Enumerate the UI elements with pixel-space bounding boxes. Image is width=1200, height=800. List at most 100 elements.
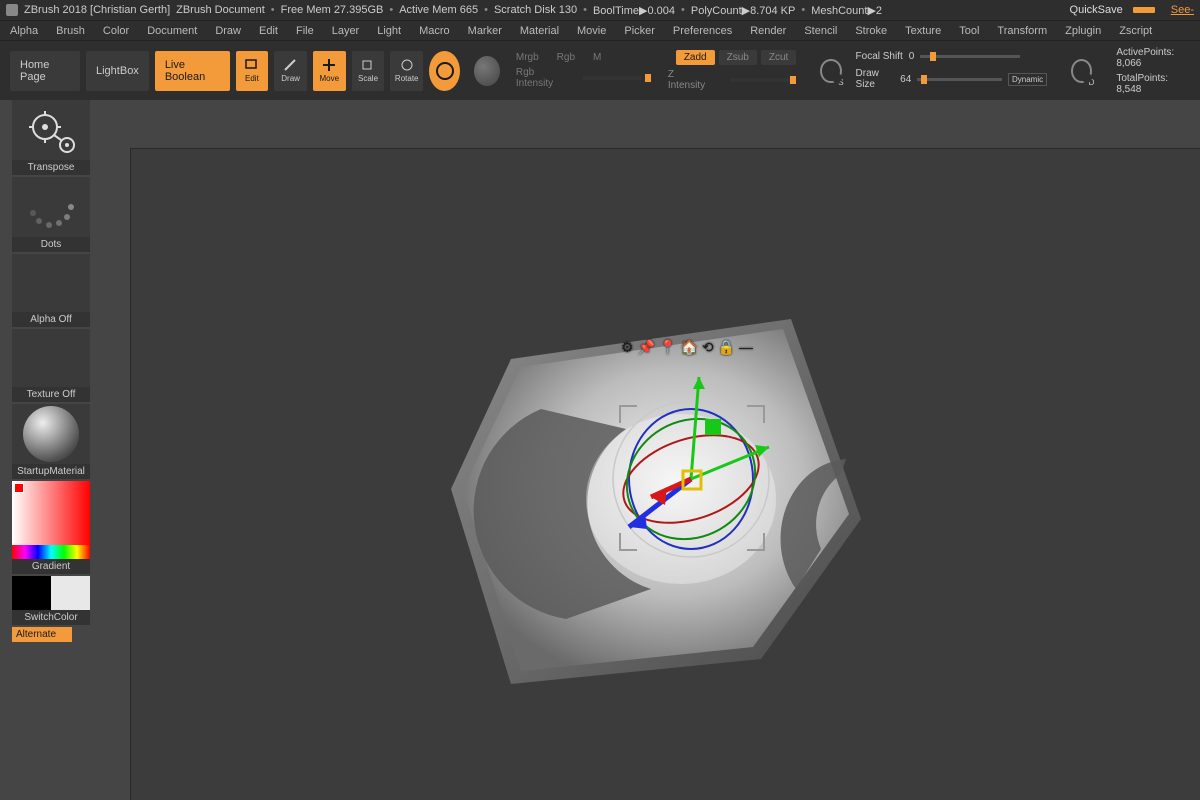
texture-label: Texture Off	[12, 387, 90, 402]
gizmo-settings-icon[interactable]: ⚙	[621, 339, 634, 356]
zcut-toggle[interactable]: Zcut	[761, 50, 796, 65]
quicksave-button[interactable]: QuickSave	[1070, 4, 1123, 16]
edit-mode-button[interactable]: Edit	[236, 51, 269, 91]
gizmo-collapse-icon[interactable]: —	[739, 339, 753, 356]
app-logo-icon	[6, 4, 18, 16]
material-ball-icon	[23, 406, 79, 462]
menu-brush[interactable]: Brush	[56, 25, 85, 37]
draw-mode-button[interactable]: Draw	[274, 51, 307, 91]
bool-time: BoolTime▶0.004	[593, 4, 675, 17]
switch-color-label[interactable]: SwitchColor	[12, 610, 90, 625]
focal-shift-slider[interactable]	[920, 55, 1020, 58]
point-stats: ActivePoints: 8,066 TotalPoints: 8,548	[1116, 47, 1190, 95]
menu-material[interactable]: Material	[520, 25, 559, 37]
focal-shift-label: Focal Shift	[856, 51, 903, 62]
draw-icon	[283, 58, 299, 72]
scale-mode-button[interactable]: Scale	[352, 51, 385, 91]
s-dial[interactable]: S	[820, 59, 841, 83]
menu-layer[interactable]: Layer	[332, 25, 360, 37]
menu-light[interactable]: Light	[377, 25, 401, 37]
draw-size-label: Draw Size	[856, 68, 895, 90]
mrgb-toggle[interactable]: Mrgb	[516, 52, 539, 63]
menu-document[interactable]: Document	[147, 25, 197, 37]
d-dial[interactable]: D	[1071, 59, 1092, 83]
active-points-value: 8,066	[1116, 58, 1141, 69]
switch-color-slot[interactable]: SwitchColor	[12, 576, 90, 625]
title-bar: ZBrush 2018 [Christian Gerth] ZBrush Doc…	[0, 0, 1200, 20]
draw-size-slider[interactable]	[917, 78, 1002, 81]
draw-size-value: 64	[900, 74, 911, 85]
menu-stencil[interactable]: Stencil	[804, 25, 837, 37]
menu-tool[interactable]: Tool	[959, 25, 979, 37]
quicksave-progress	[1133, 7, 1155, 13]
gizmo-reset-icon[interactable]: ⟲	[702, 339, 714, 356]
color-picker[interactable]: Gradient	[12, 481, 90, 574]
alpha-slot[interactable]: Alpha Off	[12, 254, 90, 327]
zadd-toggle[interactable]: Zadd	[676, 50, 715, 65]
brush-label: Transpose	[12, 160, 90, 175]
viewport[interactable]: ⚙ 📌 📍 🏠 ⟲ 🔒 —	[130, 148, 1200, 800]
main-toolbar: Home Page LightBox Live Boolean Edit Dra…	[0, 40, 1200, 100]
texture-slot[interactable]: Texture Off	[12, 329, 90, 402]
menu-edit[interactable]: Edit	[259, 25, 278, 37]
menu-bar: Alpha Brush Color Document Draw Edit Fil…	[0, 20, 1200, 40]
z-intensity-slider[interactable]	[730, 78, 797, 82]
edit-icon	[244, 58, 260, 72]
material-slot[interactable]: StartupMaterial	[12, 404, 90, 479]
menu-transform[interactable]: Transform	[997, 25, 1047, 37]
dynamic-toggle[interactable]: Dynamic	[1008, 73, 1047, 86]
gizmo-3d[interactable]	[591, 359, 791, 579]
menu-stroke[interactable]: Stroke	[855, 25, 887, 37]
main-color-swatch[interactable]	[12, 576, 51, 610]
color-picker-gradient[interactable]	[12, 481, 90, 559]
menu-macro[interactable]: Macro	[419, 25, 450, 37]
stroke-label: Dots	[12, 237, 90, 252]
scale-icon	[360, 58, 376, 72]
gizmo-marker-icon[interactable]: 📍	[659, 339, 676, 356]
menu-zscript[interactable]: Zscript	[1119, 25, 1152, 37]
hue-strip[interactable]	[12, 545, 90, 559]
rotate-icon	[399, 58, 415, 72]
see-through-toggle[interactable]: See-	[1171, 4, 1194, 16]
rotate-mode-button[interactable]: Rotate	[390, 51, 423, 91]
menu-file[interactable]: File	[296, 25, 314, 37]
z-intensity-label: Z Intensity	[668, 69, 712, 91]
live-boolean-button[interactable]: Live Boolean	[155, 51, 230, 91]
gizmo-toggle-button[interactable]	[429, 51, 460, 91]
menu-preferences[interactable]: Preferences	[673, 25, 732, 37]
menu-movie[interactable]: Movie	[577, 25, 606, 37]
menu-zplugin[interactable]: Zplugin	[1065, 25, 1101, 37]
gradient-label[interactable]: Gradient	[12, 559, 90, 574]
move-mode-button[interactable]: Move	[313, 51, 346, 91]
home-page-button[interactable]: Home Page	[10, 51, 80, 91]
menu-alpha[interactable]: Alpha	[10, 25, 38, 37]
zsub-toggle[interactable]: Zsub	[719, 50, 757, 65]
m-toggle[interactable]: M	[593, 52, 601, 63]
stroke-slot[interactable]: Dots	[12, 177, 90, 252]
gizmo-lock-icon[interactable]: 🔒	[718, 339, 735, 356]
menu-texture[interactable]: Texture	[905, 25, 941, 37]
rgb-toggle[interactable]: Rgb	[557, 52, 575, 63]
lightbox-button[interactable]: LightBox	[86, 51, 149, 91]
menu-draw[interactable]: Draw	[215, 25, 241, 37]
dots-stroke-icon	[26, 182, 76, 232]
menu-render[interactable]: Render	[750, 25, 786, 37]
free-mem: Free Mem 27.395GB	[281, 4, 384, 16]
switch-color-swatches[interactable]	[12, 576, 90, 610]
brush-preview-icon[interactable]	[474, 56, 500, 86]
menu-marker[interactable]: Marker	[468, 25, 502, 37]
gizmo-home-icon[interactable]: 🏠	[680, 339, 697, 356]
poly-count: PolyCount▶8.704 KP	[691, 4, 795, 17]
rgb-intensity-label: Rgb Intensity	[516, 67, 565, 89]
menu-color[interactable]: Color	[103, 25, 129, 37]
gizmo-icon	[436, 62, 454, 80]
rgb-intensity-slider[interactable]	[583, 76, 642, 80]
brush-slot[interactable]: Transpose	[12, 100, 90, 175]
active-mem: Active Mem 665	[399, 4, 478, 16]
secondary-color-swatch[interactable]	[51, 576, 90, 610]
gizmo-pin-icon[interactable]: 📌	[638, 339, 655, 356]
alternate-button[interactable]: Alternate	[12, 627, 72, 642]
menu-picker[interactable]: Picker	[624, 25, 655, 37]
alpha-label: Alpha Off	[12, 312, 90, 327]
doc-title: ZBrush Document	[176, 4, 265, 16]
